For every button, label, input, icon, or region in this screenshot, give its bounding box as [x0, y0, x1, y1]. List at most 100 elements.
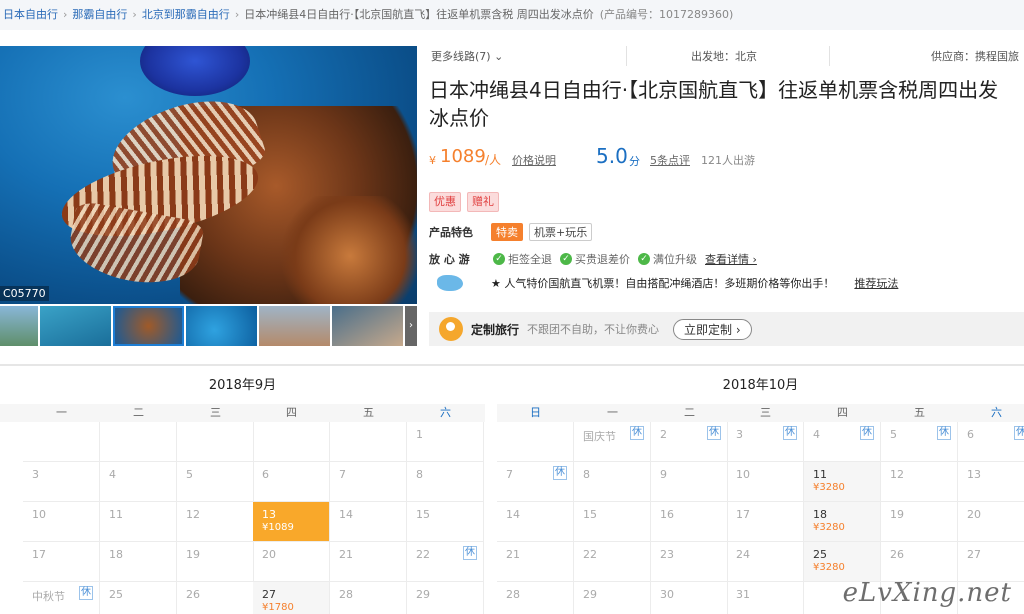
calendar-day: 26: [177, 582, 254, 614]
day-number: 16: [660, 508, 674, 521]
calendar-day: 3休: [727, 422, 804, 462]
photo-blue-fish: [140, 46, 250, 96]
calendar-day: 22 休: [407, 542, 484, 582]
day-number: 6: [967, 428, 974, 441]
calendar-day[interactable]: 25 ¥3280: [804, 542, 881, 582]
weekday-header: 二: [684, 406, 695, 419]
weekday-header: 日: [530, 406, 541, 419]
thumbnail-next-arrow-icon[interactable]: ›: [405, 306, 417, 346]
day-number: 中秋节: [32, 590, 65, 603]
thumbnail[interactable]: [40, 306, 111, 346]
day-number: 13: [967, 468, 981, 481]
calendar-day: 13: [958, 462, 1024, 502]
calendar-day[interactable]: 13 ¥1089: [253, 502, 330, 542]
calendar-day: 20: [253, 542, 330, 582]
weekday-header: 五: [914, 406, 925, 419]
calendar-day: 9: [651, 462, 728, 502]
feature-label: 产品特色: [429, 226, 473, 239]
view-details-link[interactable]: 查看详情 ›: [705, 251, 757, 267]
day-price: ¥3280: [813, 482, 845, 493]
day-number: 19: [186, 548, 200, 561]
promo-text: ★ 人气特价国航直飞机票！自由搭配冲绳酒店！多班期价格等你出手！: [491, 277, 835, 290]
calendar-day: 12: [881, 462, 958, 502]
breadcrumb-japan[interactable]: 日本自由行: [3, 8, 58, 21]
day-number: 10: [736, 468, 750, 481]
day-number: 5: [890, 428, 897, 441]
day-number: 26: [890, 548, 904, 561]
calendar-day: 4休: [804, 422, 881, 462]
thumbnail[interactable]: [0, 306, 38, 346]
breadcrumb: 日本自由行 › 那霸自由行 › 北京到那霸自由行 › 日本冲绳县4日自由行·【北京国航直飞】…: [0, 0, 1024, 30]
day-number: 22: [583, 548, 597, 561]
day-number: 17: [736, 508, 750, 521]
product-title: 日本冲绳县4日自由行·【北京国航直飞】往返单机票含税周四出发冰点价: [429, 78, 999, 130]
assurance-text: 满位升级: [653, 253, 697, 266]
price-unit: /人: [485, 153, 502, 167]
calendar-day: 29: [407, 582, 484, 614]
day-number: 29: [583, 588, 597, 601]
holiday-rest-badge: 休: [707, 426, 721, 440]
custom-travel-desc: 不跟团不自助，不让你费心: [527, 323, 660, 336]
day-number: 12: [186, 508, 200, 521]
calendar-day[interactable]: 11 ¥3280: [804, 462, 881, 502]
day-number: 4: [813, 428, 820, 441]
photo-code: C05770: [0, 286, 49, 301]
calendar-day: 中秋节 休: [23, 582, 100, 614]
holiday-rest-badge: 休: [783, 426, 797, 440]
calendar-day: 6: [253, 462, 330, 502]
product-page: 日本自由行 › 那霸自由行 › 北京到那霸自由行 › 日本冲绳县4日自由行·【北京国航直飞】…: [0, 0, 1024, 614]
price-value: 1089: [440, 146, 486, 167]
day-number: 8: [583, 468, 590, 481]
day-number: 28: [506, 588, 520, 601]
thumbnail[interactable]: [259, 306, 330, 346]
calendar-day: 2休: [651, 422, 728, 462]
divider: [626, 46, 627, 66]
calendar-day: [497, 422, 574, 462]
thumbnail-selected[interactable]: [113, 306, 184, 346]
breadcrumb-beijing-naha[interactable]: 北京到那霸自由行: [142, 8, 230, 21]
meta-row: 更多线路(7) ⌄ 出发地：北京 供应商：携程国旅: [429, 46, 1024, 66]
day-number: 19: [890, 508, 904, 521]
calendar-day: 25: [100, 582, 177, 614]
day-number: 2: [660, 428, 667, 441]
calendar-day[interactable]: 27 ¥1780: [253, 582, 330, 614]
price-note-link[interactable]: 价格说明: [512, 152, 556, 168]
calendar-title: 2018年10月: [722, 378, 799, 393]
calendar-day: 28: [497, 582, 574, 614]
customize-now-button[interactable]: 立即定制 ›: [673, 318, 752, 340]
discount-tag[interactable]: 优惠: [429, 192, 461, 212]
day-number: 6: [262, 468, 269, 481]
day-number: 国庆节: [583, 430, 616, 443]
calendar-day: 14: [497, 502, 574, 542]
day-number: 24: [736, 548, 750, 561]
day-number: 12: [890, 468, 904, 481]
calendar-day: 29: [574, 582, 651, 614]
day-number: 25: [109, 588, 123, 601]
thumbnail-strip: ›: [0, 306, 417, 346]
feature-row: 产品特色 特卖 机票+玩乐: [429, 222, 1024, 242]
main-photo[interactable]: C05770: [0, 46, 417, 304]
reviews-link[interactable]: 5条点评: [650, 152, 690, 168]
calendar-day: [100, 422, 177, 462]
breadcrumb-naha[interactable]: 那霸自由行: [72, 8, 127, 21]
calendar-day: 1: [407, 422, 484, 462]
holiday-rest-badge: 休: [553, 466, 567, 480]
thumbnail[interactable]: [186, 306, 257, 346]
calendar-day: 7: [330, 462, 407, 502]
recommend-link[interactable]: 推荐玩法: [854, 275, 898, 291]
calendar-day: [177, 422, 254, 462]
calendar-day[interactable]: 18 ¥3280: [804, 502, 881, 542]
calendar-day: 7休: [497, 462, 574, 502]
assurance-item: ✓ 拒签全退: [493, 251, 552, 267]
calendar-day: 国庆节 休: [574, 422, 651, 462]
day-number: 8: [416, 468, 423, 481]
assurance-item: ✓ 买贵退差价: [560, 251, 630, 267]
more-lines-dropdown[interactable]: 更多线路(7) ⌄: [431, 48, 503, 64]
breadcrumb-current: 日本冲绳县4日自由行·【北京国航直飞】往返单机票含税 周四出发冰点价: [244, 8, 594, 21]
holiday-rest-badge: 休: [79, 586, 93, 600]
weekday-header: 一: [607, 406, 618, 419]
gift-tag[interactable]: 赠礼: [467, 192, 499, 212]
thumbnail[interactable]: [332, 306, 403, 346]
calendar-day: 15: [407, 502, 484, 542]
rating-score: 5.0: [596, 144, 628, 168]
